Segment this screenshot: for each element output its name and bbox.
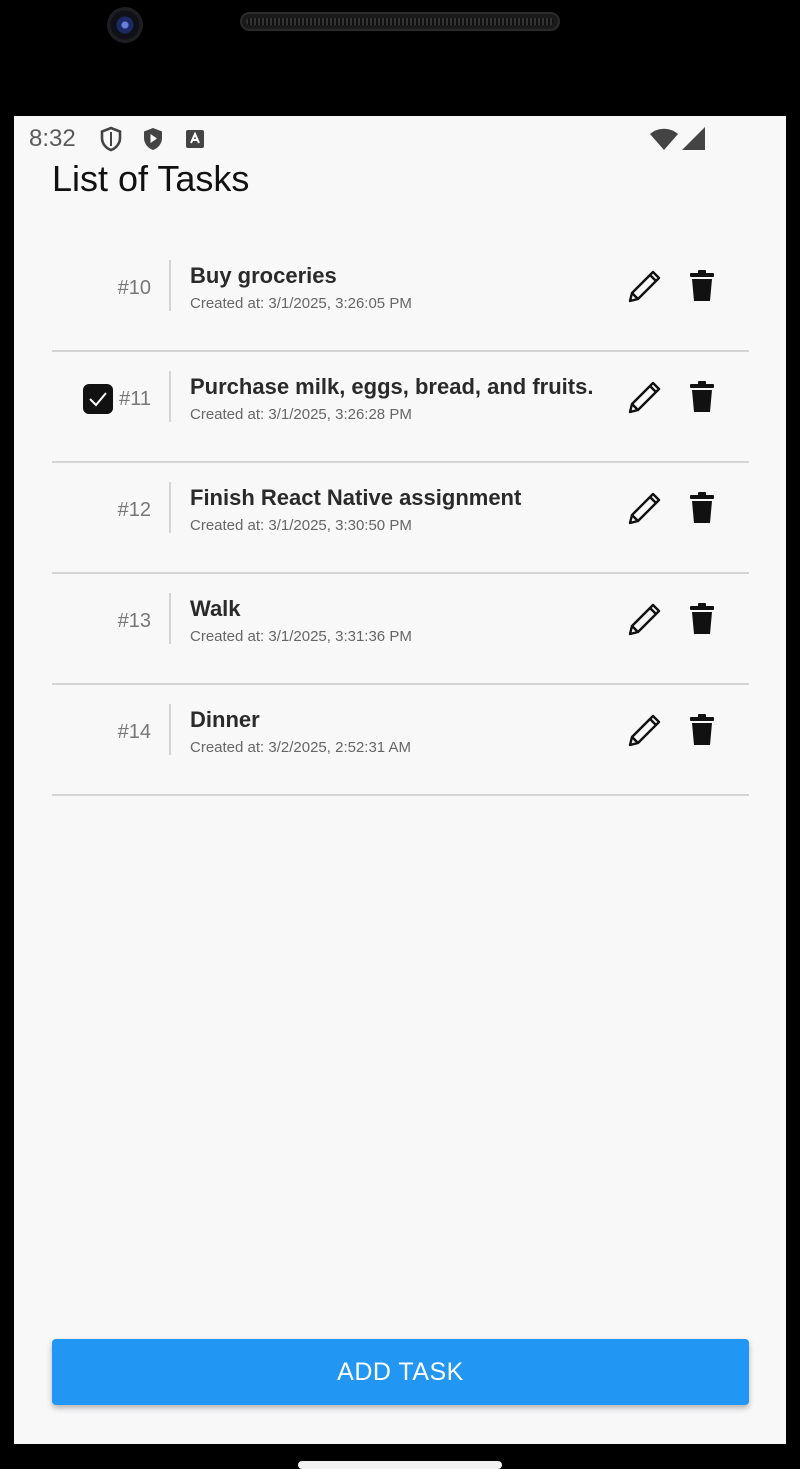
task-title: Walk xyxy=(190,596,241,621)
task-title: Dinner xyxy=(190,707,260,732)
font-a-icon xyxy=(185,129,205,154)
task-created-at: Created at: 3/2/2025, 2:52:31 AM xyxy=(190,739,411,756)
task-row[interactable]: #10 Buy groceries Created at: 3/1/2025, … xyxy=(52,241,749,352)
trash-icon[interactable] xyxy=(684,601,720,637)
shield-play-icon xyxy=(141,126,165,157)
status-time: 8:32 xyxy=(29,125,76,152)
task-checkbox-checked[interactable] xyxy=(83,384,113,414)
task-list: #10 Buy groceries Created at: 3/1/2025, … xyxy=(52,241,749,796)
row-divider xyxy=(169,593,171,644)
row-divider xyxy=(169,371,171,422)
task-row[interactable]: #11 Purchase milk, eggs, bread, and frui… xyxy=(52,352,749,463)
row-divider xyxy=(169,260,171,311)
task-created-at: Created at: 3/1/2025, 3:30:50 PM xyxy=(190,517,412,534)
edit-pencil-icon[interactable] xyxy=(624,266,664,306)
task-created-at: Created at: 3/1/2025, 3:26:05 PM xyxy=(190,295,412,312)
task-number: #11 xyxy=(119,388,151,410)
task-title: Purchase milk, eggs, bread, and fruits. xyxy=(190,374,594,399)
earpiece-speaker xyxy=(240,12,560,31)
edit-pencil-icon[interactable] xyxy=(624,488,664,528)
trash-icon[interactable] xyxy=(684,712,720,748)
task-created-at: Created at: 3/1/2025, 3:31:36 PM xyxy=(190,628,412,645)
task-row[interactable]: #14 Dinner Created at: 3/2/2025, 2:52:31… xyxy=(52,685,749,796)
task-row[interactable]: #12 Finish React Native assignment Creat… xyxy=(52,463,749,574)
task-number: #12 xyxy=(117,499,151,521)
task-title: Buy groceries xyxy=(190,263,337,288)
page-title: List of Tasks xyxy=(52,158,250,199)
task-created-at: Created at: 3/1/2025, 3:26:28 PM xyxy=(190,406,412,423)
edit-pencil-icon[interactable] xyxy=(624,377,664,417)
trash-icon[interactable] xyxy=(684,268,720,304)
edit-pencil-icon[interactable] xyxy=(624,710,664,750)
task-number: #14 xyxy=(117,721,151,743)
add-task-button[interactable]: ADD TASK xyxy=(52,1339,749,1405)
trash-icon[interactable] xyxy=(684,490,720,526)
trash-icon[interactable] xyxy=(684,379,720,415)
wifi-icon xyxy=(650,128,678,155)
edit-pencil-icon[interactable] xyxy=(624,599,664,639)
task-number: #10 xyxy=(117,277,151,299)
row-divider xyxy=(169,482,171,533)
signal-icon xyxy=(682,127,706,156)
task-number: #13 xyxy=(117,610,151,632)
task-title: Finish React Native assignment xyxy=(190,485,522,510)
front-camera xyxy=(107,7,143,43)
task-row[interactable]: #13 Walk Created at: 3/1/2025, 3:31:36 P… xyxy=(52,574,749,685)
shield-outline-icon xyxy=(99,126,123,157)
app-screen: 8:32 List of Tasks #10 Buy groceries Cre… xyxy=(14,116,786,1444)
row-divider xyxy=(169,704,171,755)
